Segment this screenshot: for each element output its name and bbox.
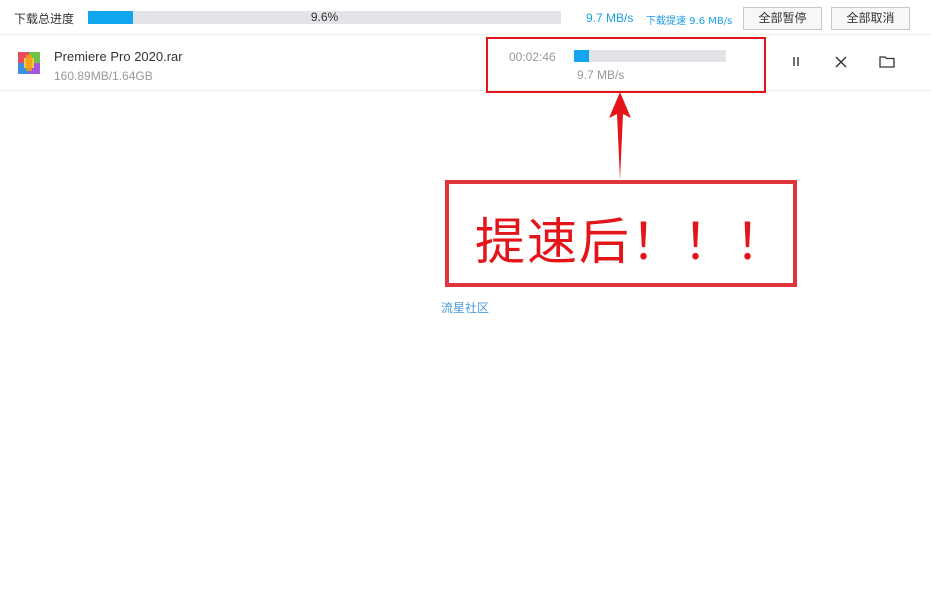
pause-all-button[interactable]: 全部暂停 [743, 7, 822, 30]
annotation-box: 提速后！！！ [445, 180, 797, 287]
annotation-text: 提速后！！！ [475, 213, 787, 271]
pause-icon[interactable] [787, 53, 805, 71]
total-progress-percent: 9.6% [310, 10, 339, 24]
winrar-archive-icon [18, 52, 40, 74]
cancel-all-button[interactable]: 全部取消 [831, 7, 910, 30]
total-progress-bar: 9.6% [88, 11, 561, 24]
close-icon[interactable] [832, 53, 850, 71]
speed-highlight-box [486, 37, 766, 93]
folder-icon[interactable] [878, 53, 896, 71]
arrow-up-icon [609, 92, 631, 180]
file-size: 160.89MB/1.64GB [54, 69, 153, 83]
download-summary-bar: 下载总进度 9.6% 9.7 MB/s 下载提速 9.6 MB/s 全部暂停 全… [0, 0, 931, 35]
total-speed: 9.7 MB/s [586, 11, 634, 25]
watermark-link[interactable]: 流星社区 [441, 299, 489, 316]
download-task-row[interactable]: Premiere Pro 2020.rar 160.89MB/1.64GB 00… [0, 35, 931, 91]
total-progress-label: 下载总进度 [14, 12, 75, 26]
file-name: Premiere Pro 2020.rar [54, 49, 183, 64]
boost-speed: 下载提速 9.6 MB/s [646, 16, 733, 27]
